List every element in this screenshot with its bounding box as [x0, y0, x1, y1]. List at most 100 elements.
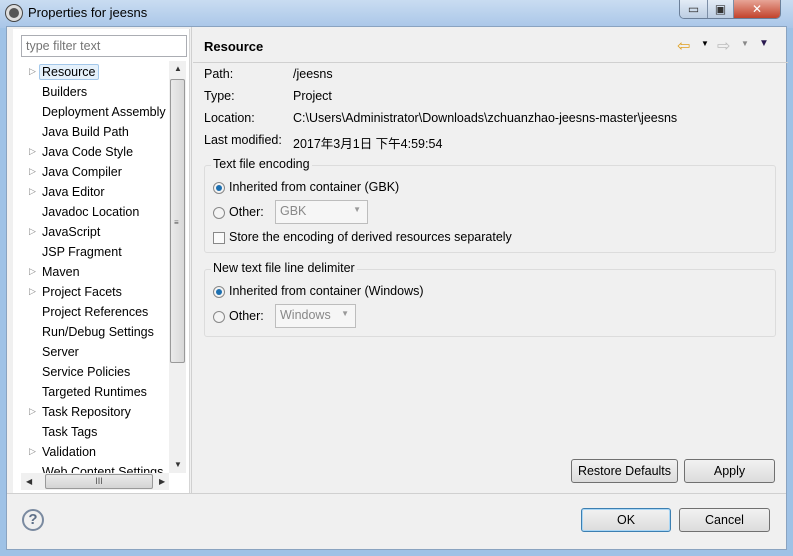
eclipse-gear-icon: [6, 5, 22, 21]
window-title: Properties for jeesns: [28, 5, 148, 20]
scroll-right-icon[interactable]: ▶: [159, 477, 165, 486]
delimiter-inherited-label: Inherited from container (Windows): [229, 284, 424, 298]
expand-arrow-icon[interactable]: ▷: [29, 66, 36, 77]
tree-item-label: Validation: [42, 445, 96, 459]
encoding-inherited-radio[interactable]: [213, 182, 225, 194]
store-derived-label: Store the encoding of derived resources …: [229, 230, 512, 244]
expand-arrow-icon[interactable]: ▷: [29, 286, 36, 297]
info-value: C:\Users\Administrator\Downloads\zchuanz…: [293, 111, 678, 125]
tree-item-label: Service Policies: [42, 365, 131, 379]
tree-item[interactable]: Builders: [13, 83, 167, 103]
tree-item-label: Java Editor: [42, 185, 105, 199]
tree-item[interactable]: ▷ Maven: [13, 263, 167, 283]
horizontal-scrollbar[interactable]: ◀ III ▶: [21, 473, 169, 490]
apply-button[interactable]: Apply: [684, 459, 775, 483]
tree-item[interactable]: ▷ Project Facets: [13, 283, 167, 303]
tree-item-label: Targeted Runtimes: [42, 385, 147, 399]
tree-item[interactable]: Targeted Runtimes: [13, 383, 167, 403]
info-value: 2017年3月1日 下午4:59:54: [293, 137, 443, 151]
tree-item[interactable]: Java Build Path: [13, 123, 167, 143]
scroll-thumb[interactable]: ≡: [170, 79, 185, 363]
tree-item[interactable]: Run/Debug Settings: [13, 323, 167, 343]
dialog-body: ▷ResourceBuildersDeployment AssemblyJava…: [6, 26, 788, 550]
header-separator: [193, 62, 788, 63]
scroll-up-icon[interactable]: ▲: [174, 64, 182, 73]
tree-item-label: JSP Fragment: [42, 245, 122, 259]
h-scroll-thumb[interactable]: III: [45, 474, 153, 489]
tree-item-label: Task Tags: [42, 425, 98, 439]
sash-divider[interactable]: [191, 27, 192, 493]
vertical-scrollbar[interactable]: ▲ ≡ ▼: [169, 61, 186, 473]
back-arrow-icon[interactable]: ⇦: [677, 36, 690, 56]
cancel-button[interactable]: Cancel: [679, 508, 770, 532]
help-icon[interactable]: ?: [22, 509, 44, 531]
info-label: Last modified:: [204, 133, 282, 147]
filter-input[interactable]: [21, 35, 187, 57]
forward-arrow-icon[interactable]: ⇨: [717, 36, 730, 56]
back-history-dropdown-icon[interactable]: ▼: [701, 39, 709, 48]
left-panel: ▷ResourceBuildersDeployment AssemblyJava…: [13, 29, 190, 493]
close-button[interactable]: ✕: [734, 0, 780, 18]
tree-item-label: JavaScript: [42, 225, 101, 239]
store-derived-checkbox[interactable]: [213, 232, 225, 244]
tree-item[interactable]: ▷ Resource: [13, 63, 167, 83]
delimiter-other-radio[interactable]: [213, 311, 225, 323]
property-tree: ▷ Resource Builders Deployment Assembly Java…: [13, 61, 167, 473]
tree-item-label: Java Compiler: [42, 165, 122, 179]
restore-defaults-button[interactable]: Restore Defaults: [571, 459, 678, 483]
tree-item[interactable]: Service Policies: [13, 363, 167, 383]
tree-item[interactable]: ▷ Task Repository: [13, 403, 167, 423]
tree-item[interactable]: Task Tags: [13, 423, 167, 443]
tree-item-label: Java Build Path: [42, 125, 129, 139]
encoding-combo[interactable]: GBK ▼: [275, 200, 368, 224]
expand-arrow-icon[interactable]: ▷: [29, 446, 36, 457]
tree-item-label: Deployment Assembly: [42, 105, 166, 119]
tree-item-label: Project Facets: [42, 285, 122, 299]
ok-button[interactable]: OK: [581, 508, 671, 532]
expand-arrow-icon[interactable]: ▷: [29, 406, 36, 417]
chevron-down-icon: ▼: [341, 309, 349, 318]
tree-item[interactable]: ▷ Java Editor: [13, 183, 167, 203]
tree-item-label: Server: [42, 345, 79, 359]
tree-item[interactable]: Deployment Assembly: [13, 103, 167, 123]
expand-arrow-icon[interactable]: ▷: [29, 226, 36, 237]
tree-item[interactable]: Server: [13, 343, 167, 363]
minimize-button[interactable]: ▭: [680, 0, 708, 18]
group-title: Text file encoding: [211, 157, 312, 171]
maximize-button[interactable]: ▣: [708, 0, 734, 18]
tree-item-label: Task Repository: [42, 405, 131, 419]
tree-item[interactable]: ▷ Java Code Style: [13, 143, 167, 163]
expand-arrow-icon[interactable]: ▷: [29, 186, 36, 197]
encoding-combo-value: GBK: [280, 204, 307, 218]
view-menu-icon[interactable]: ▼: [759, 38, 769, 49]
tree-item[interactable]: Javadoc Location: [13, 203, 167, 223]
chevron-down-icon: ▼: [353, 205, 361, 214]
expand-arrow-icon[interactable]: ▷: [29, 266, 36, 277]
forward-history-dropdown-icon[interactable]: ▼: [741, 39, 749, 48]
scroll-left-icon[interactable]: ◀: [26, 477, 32, 486]
group-title: New text file line delimiter: [211, 261, 357, 275]
expand-arrow-icon[interactable]: ▷: [29, 146, 36, 157]
tree-item[interactable]: ▷ Validation: [13, 443, 167, 463]
delimiter-inherited-radio[interactable]: [213, 286, 225, 298]
info-label: Location:: [204, 111, 255, 125]
tree-item[interactable]: Web Content Settings: [13, 463, 167, 473]
encoding-inherited-label: Inherited from container (GBK): [229, 180, 400, 194]
tree-item-label: Java Code Style: [42, 145, 134, 159]
scroll-down-icon[interactable]: ▼: [174, 460, 182, 469]
delimiter-combo[interactable]: Windows ▼: [275, 304, 356, 328]
info-label: Path:: [204, 67, 234, 81]
title-bar: Properties for jeesns ▭ ▣ ✕: [0, 0, 793, 28]
tree-item[interactable]: ▷ Java Compiler: [13, 163, 167, 183]
info-label: Type:: [204, 89, 235, 103]
tree-item[interactable]: Project References: [13, 303, 167, 323]
encoding-other-label: Other:: [229, 205, 264, 219]
expand-arrow-icon[interactable]: ▷: [29, 166, 36, 177]
tree-item-label: Run/Debug Settings: [42, 325, 154, 339]
tree-item-label: Javadoc Location: [42, 205, 140, 219]
encoding-other-radio[interactable]: [213, 207, 225, 219]
tree-item-label: Resource: [39, 64, 99, 80]
tree-item[interactable]: ▷ JavaScript: [13, 223, 167, 243]
page-title: Resource: [204, 39, 264, 54]
tree-item[interactable]: JSP Fragment: [13, 243, 167, 263]
